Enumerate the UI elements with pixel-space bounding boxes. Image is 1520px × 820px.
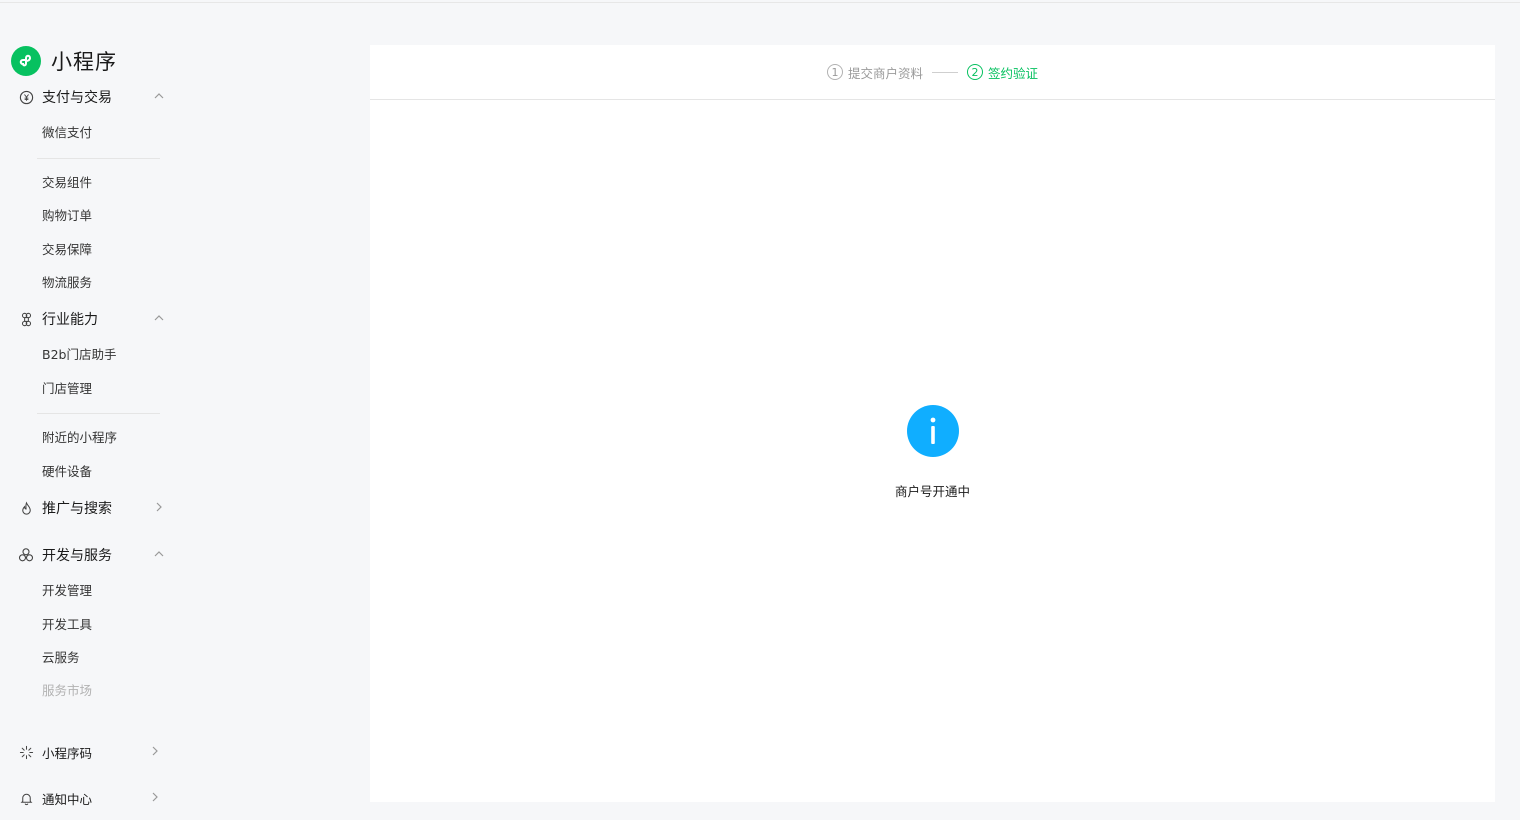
step-sign-verify: 2 签约验证 (967, 63, 1038, 82)
nav-group-payment[interactable]: 支付与交易 (18, 85, 168, 109)
command-icon (18, 311, 34, 327)
nav-group-label: 行业能力 (42, 312, 98, 328)
step-connector (932, 71, 959, 73)
nav-group-label: 支付与交易 (42, 90, 112, 106)
sidebar-item-cloud-services[interactable]: 云服务 (42, 649, 80, 667)
sidebar-item-wechat-pay[interactable]: 微信支付 (42, 124, 92, 142)
nav-group-development[interactable]: 开发与服务 (18, 543, 168, 567)
sidebar-item-b2b-assistant[interactable]: B2b门店助手 (42, 346, 116, 364)
top-divider (0, 2, 1520, 3)
status-message: 商户号开通中 (894, 484, 970, 499)
sidebar-divider (37, 413, 160, 414)
sidebar-item-hardware[interactable]: 硬件设备 (42, 463, 92, 481)
step-number: 1 (827, 64, 843, 80)
sidebar-item-trade-component[interactable]: 交易组件 (42, 174, 92, 192)
sidebar-item-service-market[interactable]: 服务市场 (42, 682, 92, 700)
chevron-up-icon[interactable] (152, 311, 166, 325)
step-submit-info: 1 提交商户资料 (827, 63, 923, 82)
step-number: 2 (967, 64, 984, 80)
nav-group-label: 小程序码 (42, 745, 93, 761)
step-label: 提交商户资料 (848, 65, 924, 81)
sidebar-item-dev-management[interactable]: 开发管理 (42, 582, 92, 600)
sidebar-item-shopping-orders[interactable]: 购物订单 (42, 207, 92, 225)
sparkle-icon (18, 744, 34, 760)
nav-group-industry[interactable]: 行业能力 (18, 307, 168, 331)
nav-group-notifications[interactable]: 通知中心 (18, 786, 168, 810)
step-indicator: 1 提交商户资料 2 签约验证 (370, 45, 1495, 100)
chevron-right-icon[interactable] (148, 744, 162, 758)
cluster-icon (18, 547, 34, 563)
nav-group-label: 开发与服务 (42, 548, 112, 564)
miniprogram-logo-icon (11, 46, 41, 76)
nav-group-miniprogram-code[interactable]: 小程序码 (18, 740, 168, 764)
chevron-right-icon[interactable] (148, 790, 162, 804)
chevron-up-icon[interactable] (152, 547, 166, 561)
flame-icon (18, 500, 34, 516)
chevron-right-icon[interactable] (152, 500, 166, 514)
bell-icon (18, 790, 34, 806)
sidebar-item-store-management[interactable]: 门店管理 (42, 380, 92, 398)
sidebar-item-logistics[interactable]: 物流服务 (42, 274, 92, 292)
yen-circle-icon (18, 89, 34, 105)
chevron-up-icon[interactable] (152, 89, 166, 103)
sidebar-item-trade-guarantee[interactable]: 交易保障 (42, 241, 92, 259)
sidebar-item-nearby-miniprograms[interactable]: 附近的小程序 (42, 429, 117, 447)
main-panel: 1 提交商户资料 2 签约验证 商户号开通中 (370, 45, 1495, 802)
status-block: 商户号开通中 (370, 405, 1495, 500)
sidebar-divider (37, 158, 160, 159)
nav-group-label: 通知中心 (42, 791, 93, 807)
sidebar: 小程序 支付与交易 微信支付 交易组件 购物订单 交易保障 物流服务 行业能力 … (0, 0, 180, 820)
nav-group-promotion[interactable]: 推广与搜索 (18, 496, 168, 520)
nav-group-label: 推广与搜索 (42, 501, 112, 517)
app-title: 小程序 (51, 50, 117, 74)
info-icon (906, 405, 959, 457)
sidebar-item-dev-tools[interactable]: 开发工具 (42, 616, 92, 634)
app-logo[interactable]: 小程序 (11, 45, 117, 77)
step-label: 签约验证 (988, 65, 1039, 81)
